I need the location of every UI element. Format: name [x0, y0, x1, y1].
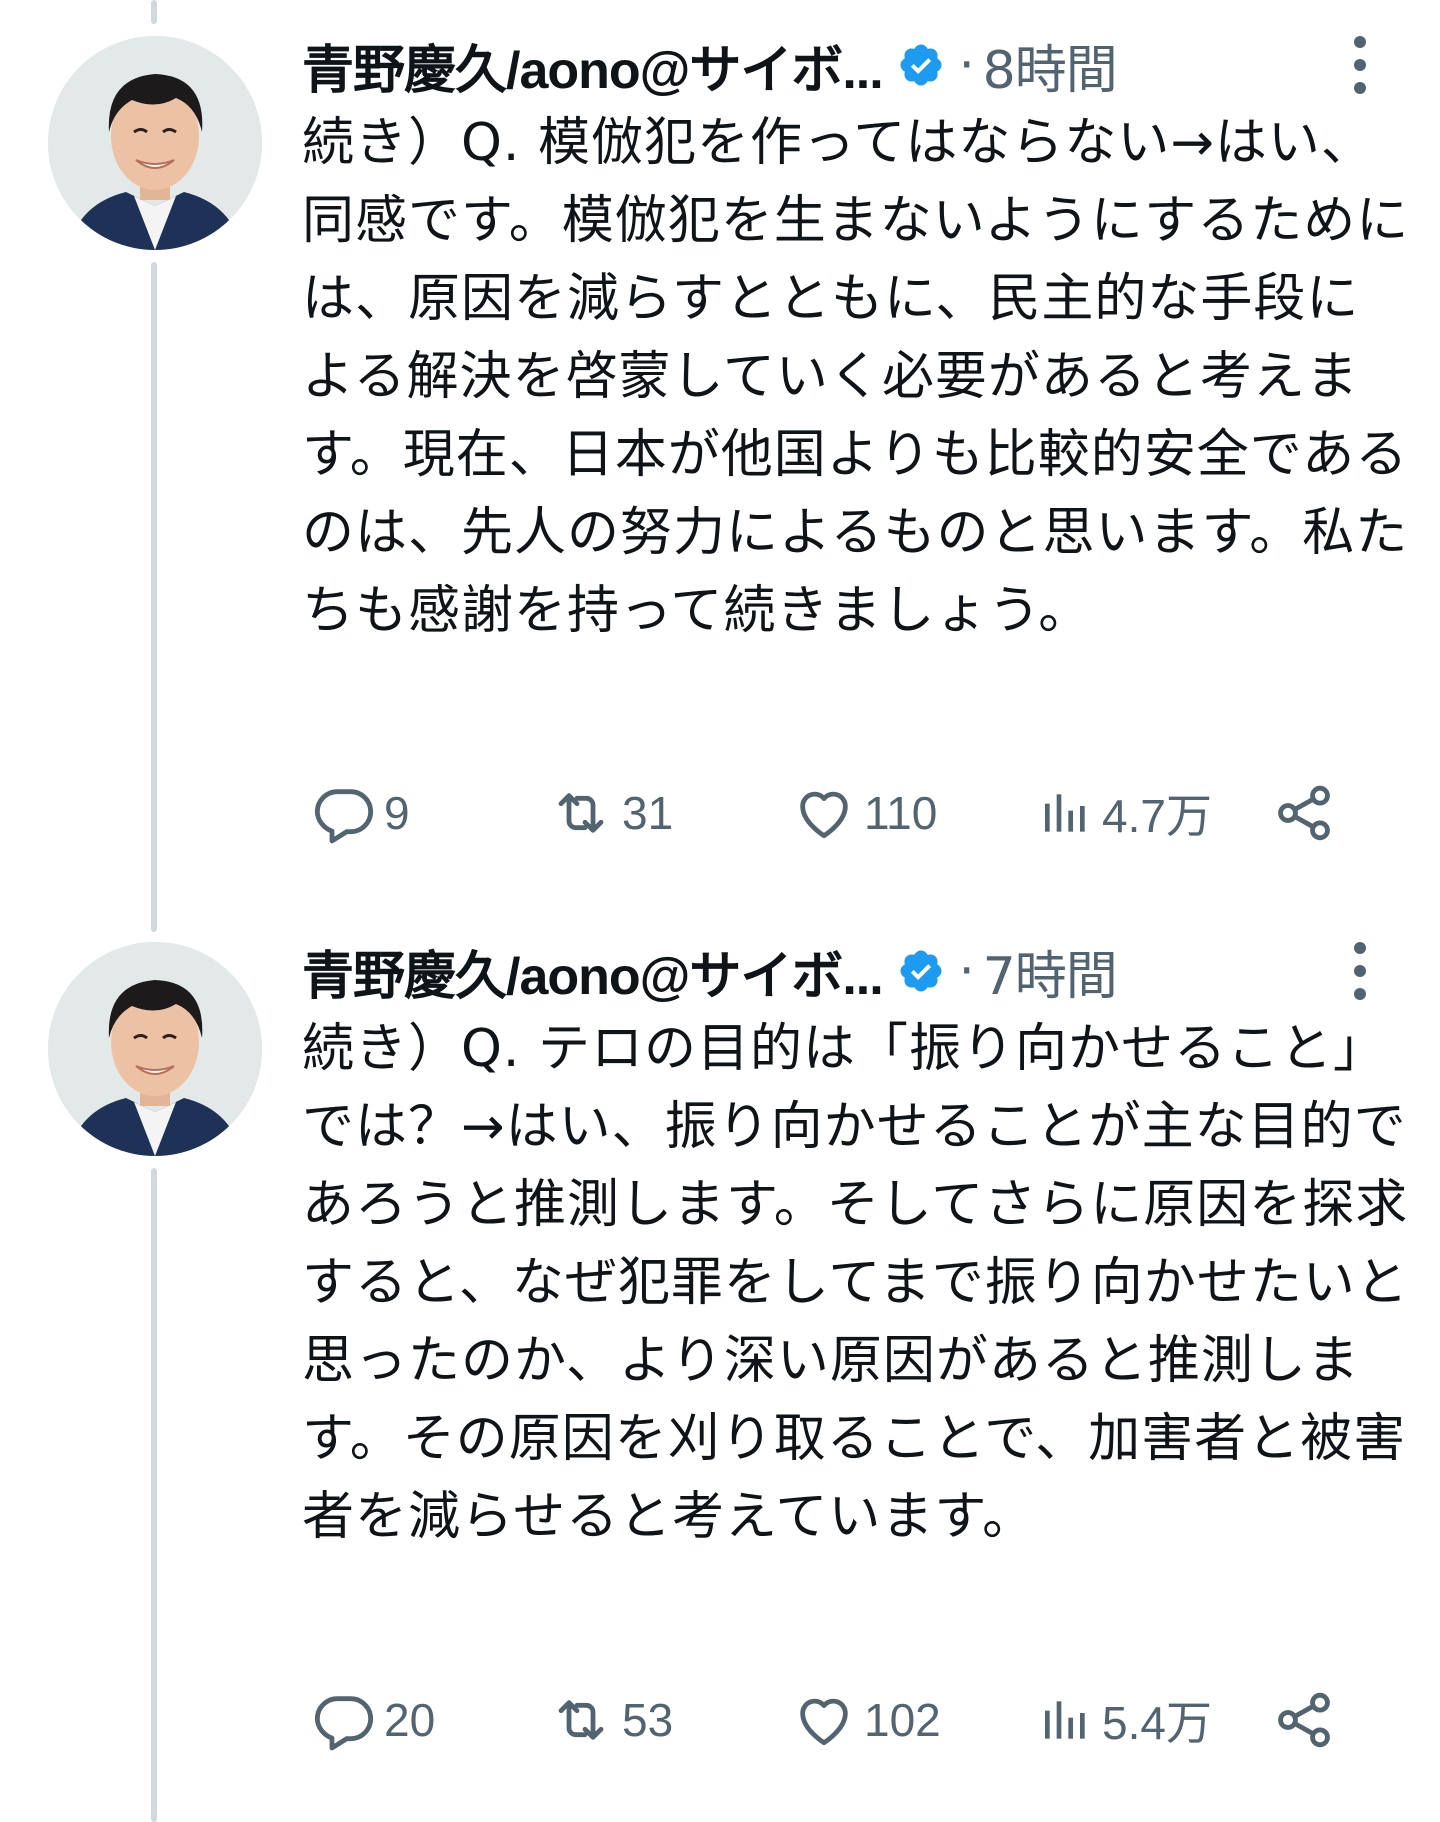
tweet-actions: 20 53 102 5.4万	[302, 1680, 1382, 1760]
views-chart-icon	[1045, 1701, 1085, 1739]
tweet-actions: 9 31 110 4.7万	[302, 773, 1382, 853]
share-button[interactable]	[1272, 1680, 1336, 1760]
timestamp[interactable]: 8時間	[983, 28, 1118, 103]
reply-button[interactable]: 9	[312, 773, 410, 853]
reply-count: 20	[384, 1694, 436, 1746]
tweet[interactable]: 青野慶久/aono@サイボ... · 8時間 続き）Q. 模倣犯を作ってはならな…	[0, 0, 1440, 900]
retweet-icon	[558, 793, 604, 833]
views-chart-icon	[1045, 794, 1085, 832]
verified-badge-icon	[900, 44, 942, 86]
heart-icon	[800, 791, 848, 839]
views-count: 4.7万	[1102, 790, 1212, 842]
timestamp[interactable]: 7時間	[983, 934, 1118, 1009]
reply-icon	[314, 789, 374, 844]
reply-count: 9	[384, 787, 410, 839]
retweet-icon	[558, 1700, 604, 1740]
retweet-button[interactable]: 31	[548, 773, 673, 853]
like-count: 102	[864, 1694, 941, 1746]
retweet-count: 31	[622, 787, 674, 839]
tweet-text: 続き）Q. テロの目的は「振り向かせること」では？→はい、振り向かせることが主な…	[302, 1019, 1409, 1547]
tweet-header: 青野慶久/aono@サイボ... · 8時間	[302, 28, 1440, 103]
author-name[interactable]: 青野慶久/aono@サイボ...	[302, 28, 883, 103]
views-button[interactable]: 5.4万	[1038, 1680, 1212, 1760]
like-button[interactable]: 102	[792, 1680, 941, 1760]
tweet[interactable]: 青野慶久/aono@サイボ... · 7時間 続き）Q. テロの目的は「振り向か…	[0, 906, 1440, 1822]
tweet-text: 続き）Q. 模倣犯を作ってはならない→はい、同感です。模倣犯を生まないようにする…	[302, 113, 1410, 641]
tweet-header: 青野慶久/aono@サイボ... · 7時間	[302, 934, 1440, 1009]
retweet-count: 53	[622, 1694, 674, 1746]
views-button[interactable]: 4.7万	[1038, 773, 1212, 853]
avatar-photo-icon	[48, 942, 262, 1156]
more-options-icon[interactable]	[1340, 30, 1380, 100]
separator-dot: ·	[958, 36, 975, 94]
share-button[interactable]	[1272, 773, 1336, 853]
like-button[interactable]: 110	[792, 773, 937, 853]
retweet-button[interactable]: 53	[548, 1680, 673, 1760]
reply-button[interactable]: 20	[312, 1680, 435, 1760]
reply-icon	[314, 1696, 374, 1751]
avatar-photo-icon	[48, 36, 262, 250]
author-name[interactable]: 青野慶久/aono@サイボ...	[302, 934, 883, 1009]
like-count: 110	[864, 787, 938, 839]
more-options-icon[interactable]	[1340, 936, 1380, 1006]
heart-icon	[800, 1698, 848, 1746]
separator-dot: ·	[958, 942, 975, 1000]
share-icon	[1278, 785, 1330, 841]
verified-badge-icon	[900, 950, 942, 992]
avatar[interactable]	[48, 942, 262, 1156]
views-count: 5.4万	[1102, 1697, 1212, 1749]
share-icon	[1278, 1692, 1330, 1748]
avatar[interactable]	[48, 36, 262, 250]
